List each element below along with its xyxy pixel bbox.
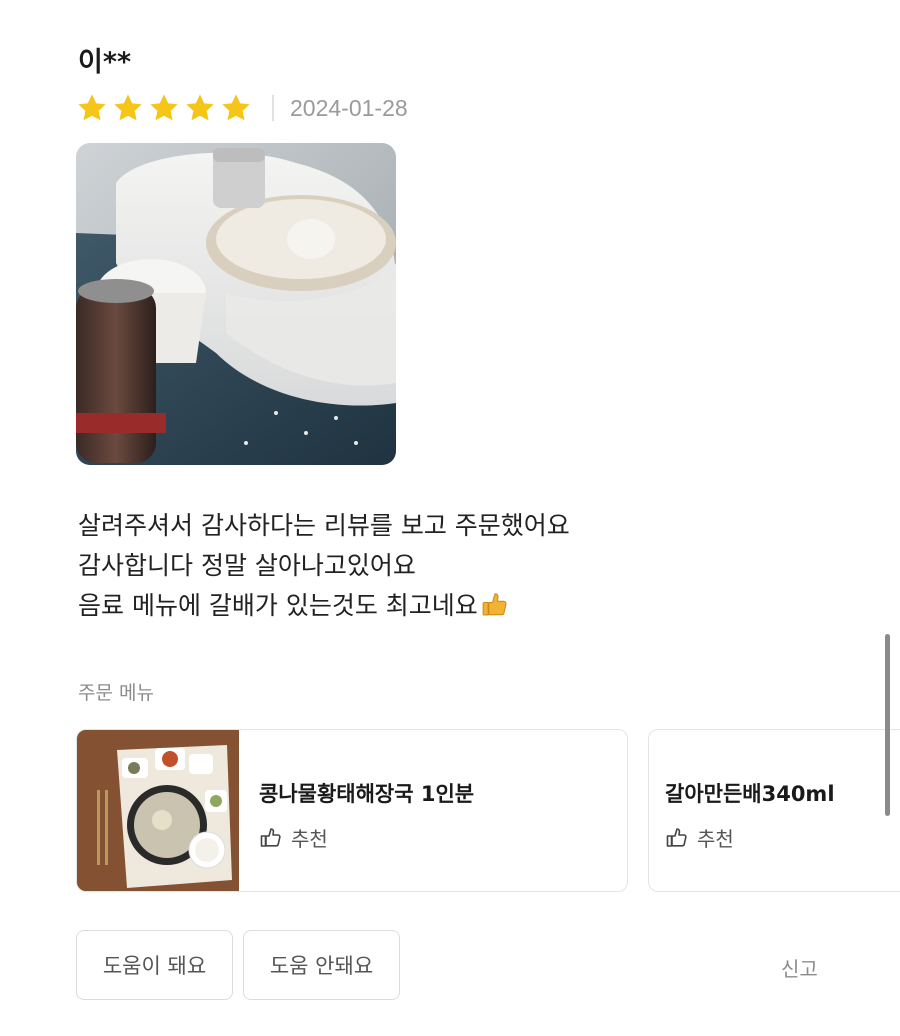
report-link[interactable]: 신고 xyxy=(781,953,818,982)
soup-set-thumbnail xyxy=(77,730,239,891)
rating-row: 2024-01-28 xyxy=(76,88,408,128)
thumbs-up-emoji-icon xyxy=(480,590,510,632)
star-icon xyxy=(114,94,142,121)
star-icon xyxy=(78,94,106,121)
menu-item-name: 콩나물황태해장국 1인분 xyxy=(259,782,475,806)
recommend-label: 추천 xyxy=(697,827,734,851)
rating-divider xyxy=(272,95,274,121)
not-helpful-button[interactable]: 도움 안돼요 xyxy=(243,930,400,1000)
recommend-button[interactable]: 추천 xyxy=(259,823,328,852)
review-text: 살려주셔서 감사하다는 리뷰를 보고 주문했어요 감사합니다 정말 살아나고있어… xyxy=(78,506,838,632)
star-icon xyxy=(222,94,250,121)
review-text-line: 살려주셔서 감사하다는 리뷰를 보고 주문했어요 xyxy=(78,511,570,540)
reviewer-name: 이** xyxy=(78,47,132,78)
star-icon xyxy=(150,94,178,121)
order-menu-label: 주문 메뉴 xyxy=(78,682,154,704)
order-menu-card[interactable]: 콩나물황태해장국 1인분 추천 xyxy=(76,729,628,892)
recommend-button[interactable]: 추천 xyxy=(665,823,734,852)
star-rating xyxy=(76,92,252,124)
order-menu-card[interactable]: 갈아만든배340ml 추천 xyxy=(648,729,900,892)
star-icon xyxy=(186,94,214,121)
review-photo[interactable] xyxy=(76,143,396,465)
recommend-label: 추천 xyxy=(291,827,328,851)
thumbs-up-icon xyxy=(260,827,281,847)
review-text-line: 감사합니다 정말 살아나고있어요 xyxy=(78,551,416,580)
menu-item-name: 갈아만든배340ml xyxy=(665,782,835,806)
review-date: 2024-01-28 xyxy=(290,94,408,121)
review-text-line-last: 음료 메뉴에 갈배가 있는것도 최고네요 xyxy=(78,586,838,632)
helpful-button[interactable]: 도움이 돼요 xyxy=(76,930,233,1000)
thumbs-up-icon xyxy=(666,827,687,847)
scrollbar[interactable] xyxy=(885,634,890,816)
